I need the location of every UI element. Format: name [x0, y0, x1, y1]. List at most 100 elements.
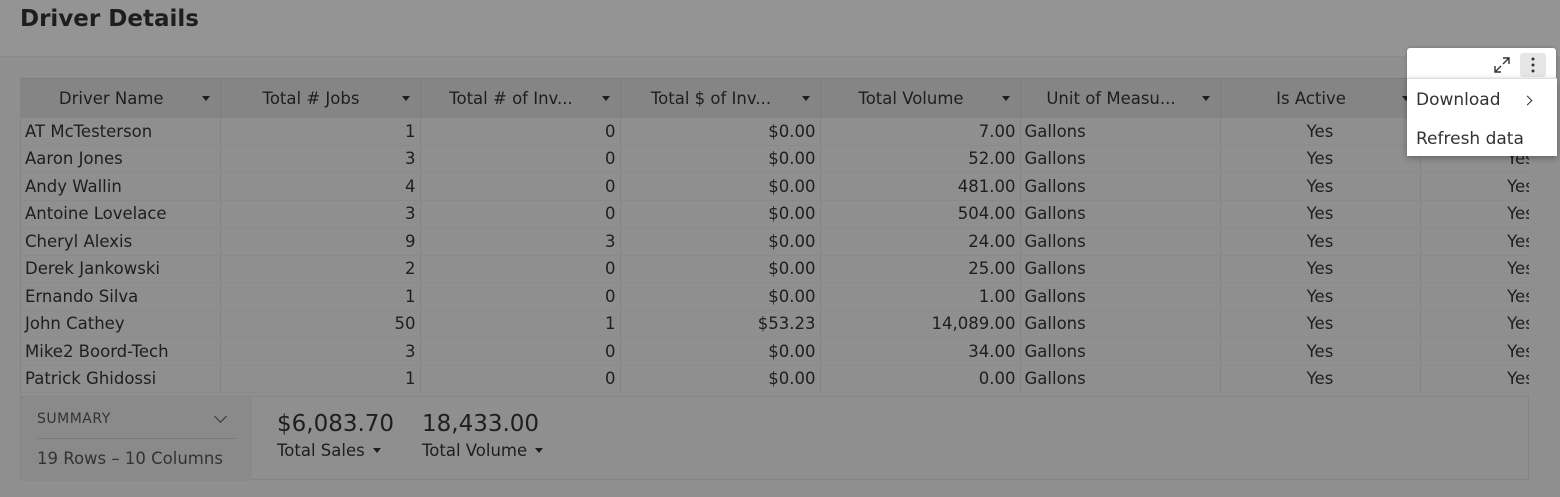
- column-header[interactable]: Total # Jobs: [220, 78, 421, 118]
- column-header[interactable]: Total $ of Inv...: [620, 78, 821, 118]
- table-cell: $0.00: [620, 227, 821, 256]
- table-row[interactable]: Mike2 Boord-Tech 3 0 $0.00 34.00 Gallons Yes Ye…: [21, 337, 1529, 366]
- table-cell: 1: [220, 117, 421, 146]
- table-body: AT McTesterson10$0.007.00GallonsYesYesAa…: [21, 117, 1529, 393]
- menu-item-download[interactable]: Download: [1407, 81, 1557, 119]
- metric-label-dropdown[interactable]: Total Sales: [277, 441, 394, 460]
- caret-down-icon[interactable]: [1001, 96, 1010, 101]
- caret-down-icon[interactable]: [801, 96, 810, 101]
- table-cell: Mike2 Boord-Tech: [21, 337, 221, 366]
- table-cell: Gallons: [1020, 337, 1221, 366]
- table-cell: Ernando Silva: [21, 282, 221, 311]
- table-cell: 2: [220, 255, 421, 283]
- caret-down-icon[interactable]: [535, 448, 544, 453]
- data-table: Driver Name Total # Jobs Total # of Inv...…: [21, 78, 1529, 393]
- table-cell: 0: [420, 172, 621, 201]
- table-cell: Gallons: [1020, 200, 1221, 228]
- table-cell: Aaron Jones: [21, 145, 221, 173]
- caret-down-icon[interactable]: [401, 96, 410, 101]
- table-cell: 3: [220, 337, 421, 366]
- table-cell: $0.00: [620, 117, 821, 146]
- column-header-label: Is Active: [1276, 88, 1346, 108]
- column-header-label: Total # Jobs: [262, 88, 360, 108]
- metric-total-volume: 18,433.00 Total Volume: [422, 411, 544, 460]
- table-cell: Yes: [1220, 172, 1421, 201]
- table-cell: $53.23: [620, 310, 821, 338]
- expand-button[interactable]: [1489, 52, 1515, 78]
- chevron-down-icon[interactable]: [214, 410, 227, 423]
- metric-label-dropdown[interactable]: Total Volume: [422, 441, 544, 460]
- table-cell: Yes: [1420, 200, 1529, 228]
- column-header[interactable]: Unit of Measu...: [1020, 78, 1221, 118]
- table-cell: Andy Wallin: [21, 172, 221, 201]
- more-options-button[interactable]: [1520, 53, 1546, 77]
- table-cell: Yes: [1220, 282, 1421, 311]
- table-cell: Yes: [1220, 255, 1421, 283]
- table-cell: 1: [220, 365, 421, 393]
- page-title: Driver Details: [20, 6, 199, 32]
- caret-down-icon[interactable]: [201, 96, 210, 101]
- table-cell: 24.00: [820, 227, 1021, 256]
- table-cell: 1: [220, 282, 421, 311]
- table-cell: Gallons: [1020, 145, 1221, 173]
- summary-bar: SUMMARY 19 Rows – 10 Columns $6,083.70 T…: [20, 396, 1529, 481]
- metric-total-sales: $6,083.70 Total Sales: [277, 411, 394, 460]
- table-cell: 481.00: [820, 172, 1021, 201]
- metric-value: 18,433.00: [422, 411, 540, 437]
- table-row[interactable]: Antoine Lovelace 3 0 $0.00 504.00 Gallons Yes Y…: [21, 200, 1529, 228]
- column-header[interactable]: Is Active: [1220, 78, 1421, 118]
- table-cell: Yes: [1220, 200, 1421, 228]
- expand-icon[interactable]: [1492, 55, 1512, 75]
- table-cell: 7.00: [820, 117, 1021, 146]
- table-cell: 3: [420, 227, 621, 256]
- table-cell: Cheryl Alexis: [21, 227, 221, 256]
- table-row[interactable]: Derek Jankowski20$0.0025.00GallonsYesYes: [21, 255, 1529, 283]
- table-cell: Yes: [1420, 337, 1529, 366]
- chevron-right-icon: [1522, 95, 1533, 106]
- table-cell: Yes: [1220, 227, 1421, 256]
- table-row[interactable]: AT McTesterson10$0.007.00GallonsYesYes: [21, 117, 1529, 146]
- table-cell: 50: [220, 310, 421, 338]
- table-cell: 14,089.00: [820, 310, 1021, 338]
- data-table-container: Driver Name Total # Jobs Total # of Inv...…: [20, 78, 1529, 396]
- menu-item-refresh-data[interactable]: Refresh data: [1407, 120, 1557, 158]
- column-header-label: Driver Name: [58, 88, 164, 108]
- table-cell: 0: [420, 200, 621, 228]
- table-row[interactable]: Ernando Silva10$0.001.00GallonsYesYes: [21, 282, 1529, 311]
- more-vertical-icon[interactable]: [1530, 56, 1536, 74]
- summary-toggle[interactable]: SUMMARY 19 Rows – 10 Columns: [21, 397, 252, 481]
- table-cell: Yes: [1220, 145, 1421, 173]
- table-cell: Antoine Lovelace: [21, 200, 221, 228]
- table-cell: Gallons: [1020, 310, 1221, 338]
- table-cell: 0: [420, 365, 621, 393]
- column-header[interactable]: Total # of Inv...: [420, 78, 621, 118]
- table-cell: Yes: [1420, 227, 1529, 256]
- table-cell: 0: [420, 337, 621, 366]
- table-cell: $0.00: [620, 200, 821, 228]
- table-cell: 0: [420, 255, 621, 283]
- table-row[interactable]: Andy Wallin40$0.00481.00GallonsYesYes: [21, 172, 1529, 201]
- table-cell: 4: [220, 172, 421, 201]
- column-header[interactable]: Driver Name: [21, 78, 221, 118]
- table-row[interactable]: John Cathey 50 1 $53.23 14,089.00 Gallons Yes Y…: [21, 310, 1529, 338]
- table-cell: 1.00: [820, 282, 1021, 311]
- table-cell: Yes: [1420, 282, 1529, 311]
- column-header-label: Unit of Measu...: [1046, 88, 1176, 108]
- table-cell: AT McTesterson: [21, 117, 221, 146]
- table-cell: Gallons: [1020, 365, 1221, 393]
- table-row[interactable]: Cheryl Alexis93$0.0024.00GallonsYesYes: [21, 227, 1529, 256]
- table-row[interactable]: Aaron Jones30$0.0052.00GallonsYesYes: [21, 145, 1529, 173]
- table-row[interactable]: Patrick Ghidossi10$0.000.00GallonsYesYes: [21, 365, 1529, 393]
- table-cell: 3: [220, 145, 421, 173]
- table-cell: Yes: [1220, 310, 1421, 338]
- table-cell: Yes: [1420, 310, 1529, 338]
- column-header[interactable]: Total Volume: [820, 78, 1021, 118]
- caret-down-icon[interactable]: [372, 448, 381, 453]
- table-cell: 25.00: [820, 255, 1021, 283]
- table-cell: 0: [420, 117, 621, 146]
- caret-down-icon[interactable]: [1201, 96, 1210, 101]
- summary-row-column-count: 19 Rows – 10 Columns: [37, 449, 223, 468]
- metric-label: Total Sales: [277, 441, 365, 460]
- table-cell: 52.00: [820, 145, 1021, 173]
- caret-down-icon[interactable]: [601, 96, 610, 101]
